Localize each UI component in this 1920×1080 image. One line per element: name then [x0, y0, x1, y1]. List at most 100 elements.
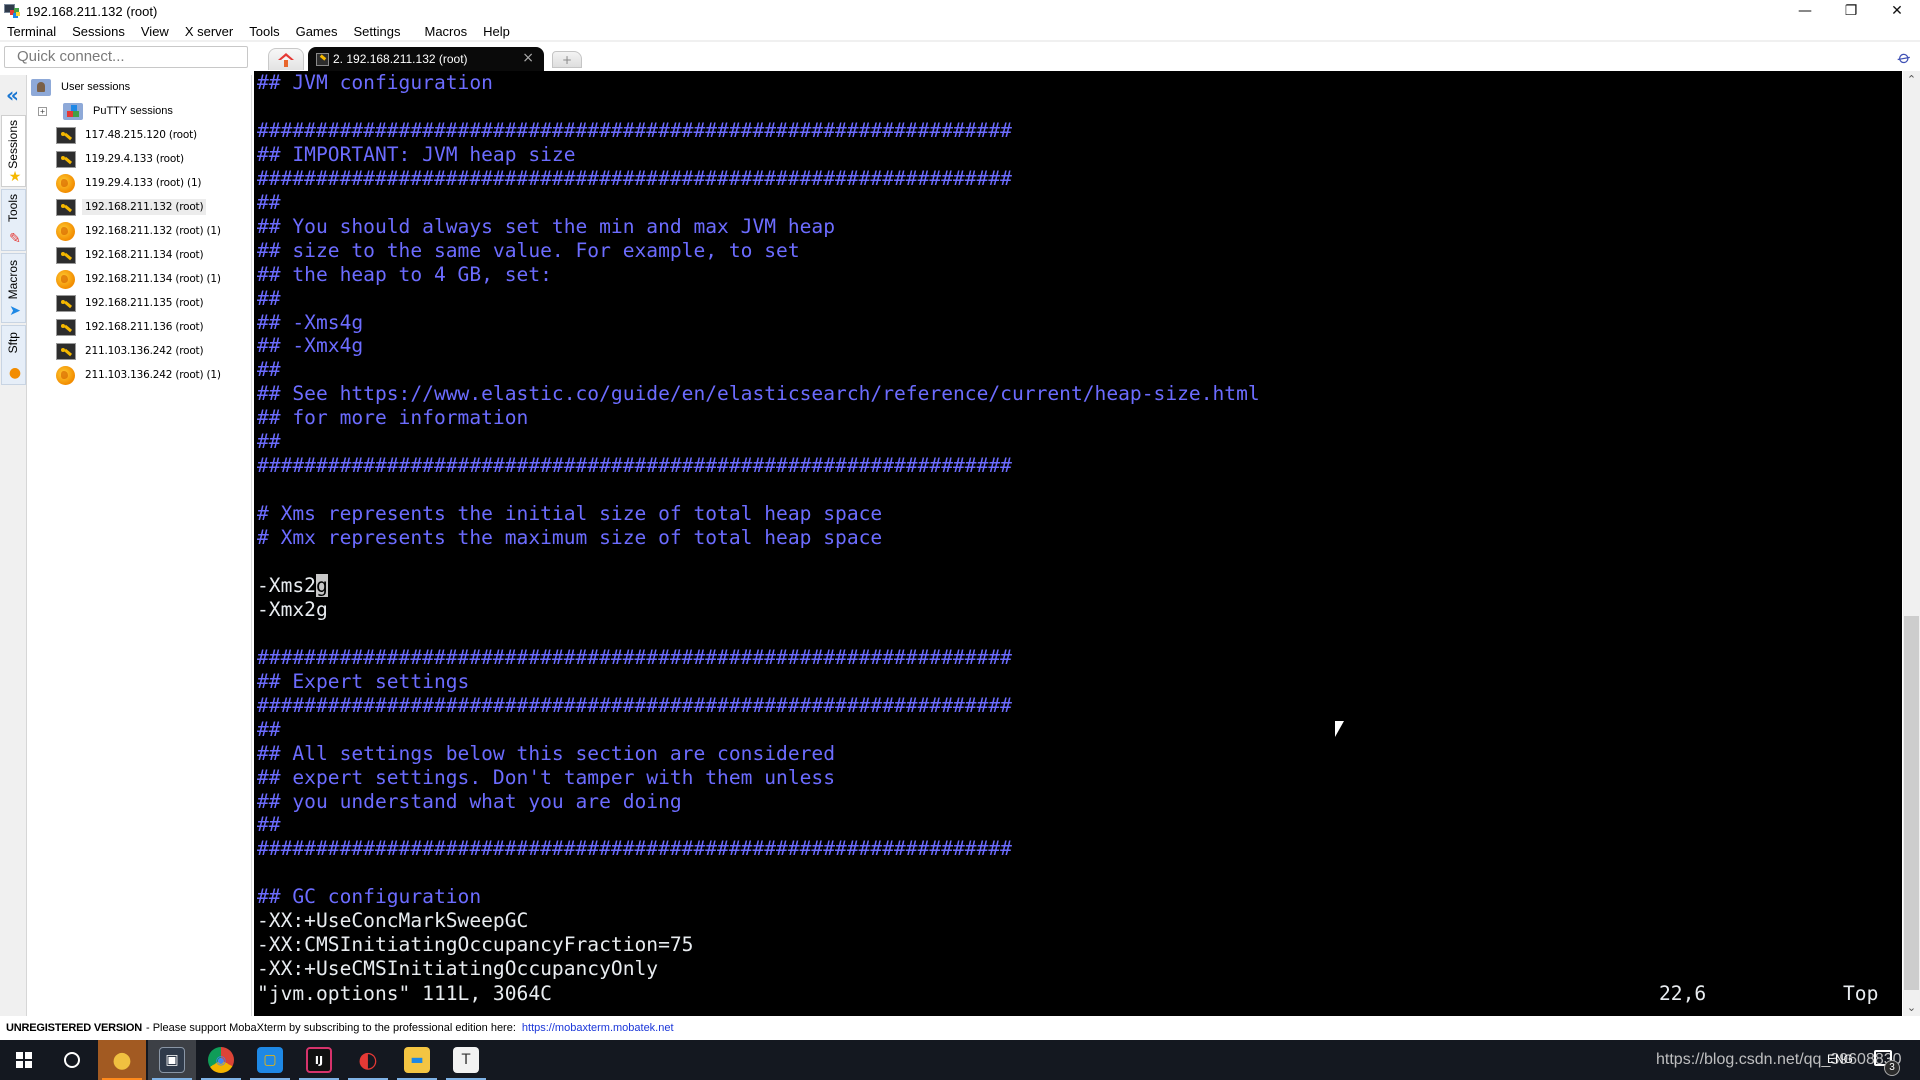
- terminal-line: ##: [257, 358, 281, 382]
- terminal-line: # Xmx represents the maximum size of tot…: [257, 526, 883, 550]
- windows-icon: [16, 1052, 32, 1068]
- taskbar-typora[interactable]: T: [442, 1040, 490, 1080]
- putty-folder-icon: [63, 102, 83, 120]
- menu-games[interactable]: Games: [288, 24, 346, 39]
- session-item[interactable]: 192.168.211.134 (root): [56, 245, 206, 265]
- session-item[interactable]: 211.103.136.242 (root): [56, 341, 206, 361]
- windows-taskbar: ● ▣ ◉ ▢ IJ ◐ ▬ T https://blog.csdn.net/q…: [0, 1040, 1920, 1080]
- session-label: 211.103.136.242 (root): [85, 345, 204, 357]
- scroll-up-icon[interactable]: ⌃: [1903, 71, 1920, 88]
- cortana-button[interactable]: [48, 1040, 96, 1080]
- menu-x-server[interactable]: X server: [177, 24, 241, 39]
- expand-icon[interactable]: +: [38, 106, 47, 116]
- sftp-globe-icon: [56, 173, 75, 193]
- session-item[interactable]: 192.168.211.132 (root) (1): [56, 221, 224, 241]
- session-item[interactable]: 119.29.4.133 (root) (1): [56, 173, 204, 193]
- taskbar-intellij[interactable]: IJ: [295, 1040, 343, 1080]
- chrome-icon: ◉: [208, 1047, 234, 1073]
- menu-view[interactable]: View: [133, 24, 177, 39]
- typora-icon: T: [453, 1047, 479, 1073]
- restore-button[interactable]: ❐: [1828, 0, 1874, 22]
- language-indicator[interactable]: ENG: [1827, 1052, 1853, 1066]
- knife-icon: ✎: [9, 231, 21, 247]
- status-bar: UNREGISTERED VERSION - Please support Mo…: [0, 1016, 1920, 1040]
- mobatek-link[interactable]: https://mobaxterm.mobatek.net: [522, 1022, 674, 1034]
- vim-scroll-position: Top: [1843, 982, 1879, 1005]
- strip-tab-sessions[interactable]: Sessions ★: [1, 115, 26, 187]
- collapse-sidebar-icon[interactable]: «: [6, 85, 19, 105]
- close-button[interactable]: ✕: [1874, 0, 1920, 22]
- session-label: 117.48.215.120 (root): [85, 129, 197, 141]
- scroll-down-icon[interactable]: ⌄: [1903, 999, 1920, 1016]
- navicat-icon: ●: [112, 1047, 132, 1073]
- taskbar-mobaxterm[interactable]: ▣: [148, 1040, 196, 1080]
- terminal-line: # Xms represents the initial size of tot…: [257, 502, 883, 526]
- strip-label-sftp: Sftp: [6, 332, 20, 354]
- xshell-icon: ◐: [358, 1047, 378, 1073]
- session-label: 119.29.4.133 (root) (1): [85, 177, 202, 189]
- terminal-scrollbar[interactable]: ⌃ ⌄: [1903, 71, 1920, 1016]
- paperclip-icon[interactable]: ⌀: [1890, 44, 1918, 72]
- window-title: 192.168.211.132 (root): [26, 3, 158, 19]
- tab-close-icon[interactable]: ×: [522, 50, 534, 66]
- tree-user-sessions[interactable]: User sessions: [31, 77, 133, 97]
- menu-sessions[interactable]: Sessions: [64, 24, 133, 39]
- terminal-line: ########################################…: [257, 837, 1012, 861]
- user-folder-icon: [31, 78, 51, 96]
- session-item[interactable]: 117.48.215.120 (root): [56, 125, 200, 145]
- session-label: 192.168.211.132 (root): [82, 199, 207, 215]
- strip-tab-sftp[interactable]: Sftp ●: [1, 325, 26, 385]
- ssh-key-icon: [56, 342, 76, 360]
- tab-session-active[interactable]: 2. 192.168.211.132 (root) ×: [308, 47, 544, 71]
- ssh-key-icon: [56, 198, 76, 216]
- session-tree: User sessions + PuTTY sessions 117.48.21…: [28, 75, 252, 1016]
- menu-macros[interactable]: Macros: [408, 24, 475, 39]
- terminal-line: ##: [257, 813, 281, 837]
- start-button[interactable]: [0, 1040, 48, 1080]
- ssh-key-icon: [56, 150, 76, 168]
- menu-settings[interactable]: Settings: [346, 24, 409, 39]
- sftp-globe-icon: [56, 269, 75, 289]
- session-item[interactable]: 192.168.211.136 (root): [56, 317, 206, 337]
- scroll-thumb[interactable]: [1904, 616, 1919, 990]
- line-text: -Xms2: [257, 573, 316, 597]
- terminal-line: ##: [257, 190, 281, 214]
- terminal-view[interactable]: ## JVM configuration ####################…: [254, 71, 1902, 1016]
- taskbar-xshell[interactable]: ◐: [344, 1040, 392, 1080]
- sftp-globe-icon: [56, 365, 75, 385]
- tree-putty-sessions[interactable]: + PuTTY sessions: [38, 101, 176, 121]
- terminal-line: -XX:CMSInitiatingOccupancyFraction=75: [257, 933, 694, 957]
- session-label: 192.168.211.135 (root): [85, 297, 204, 309]
- session-item[interactable]: 192.168.211.132 (root): [56, 197, 207, 217]
- menu-terminal[interactable]: Terminal: [0, 24, 64, 39]
- taskbar-navicat[interactable]: ●: [98, 1040, 146, 1080]
- minimize-button[interactable]: —: [1782, 0, 1828, 22]
- intellij-icon: IJ: [306, 1047, 332, 1073]
- menu-help[interactable]: Help: [475, 24, 518, 39]
- vim-cursor-position: 22,6: [1659, 982, 1707, 1005]
- ssh-key-icon: [56, 294, 76, 312]
- taskbar-vmware[interactable]: ▢: [246, 1040, 294, 1080]
- session-item[interactable]: 119.29.4.133 (root): [56, 149, 187, 169]
- mobaxterm-icon: ▣: [159, 1047, 185, 1073]
- terminal-line: ## All settings below this section are c…: [257, 741, 836, 765]
- strip-tab-tools[interactable]: Tools ✎: [1, 189, 26, 251]
- terminal-line: ##: [257, 430, 281, 454]
- taskbar-file-explorer[interactable]: ▬: [393, 1040, 441, 1080]
- terminal-line: ## size to the same value. For example, …: [257, 238, 800, 262]
- terminal-line: ## See https://www.elastic.co/guide/en/e…: [257, 382, 1260, 406]
- new-tab-button[interactable]: +: [552, 51, 582, 68]
- terminal-line: ## GC configuration: [257, 885, 482, 909]
- terminal-line: ## IMPORTANT: JVM heap size: [257, 142, 576, 166]
- session-item[interactable]: 192.168.211.134 (root) (1): [56, 269, 224, 289]
- quick-connect-input[interactable]: Quick connect...: [4, 46, 248, 68]
- home-tab[interactable]: [268, 48, 304, 70]
- strip-tab-macros[interactable]: Macros ➤: [1, 253, 26, 323]
- notification-count: 3: [1884, 1060, 1900, 1076]
- terminal-line: -Xmx2g: [257, 597, 328, 621]
- terminal-line: ########################################…: [257, 166, 1012, 190]
- session-item[interactable]: 211.103.136.242 (root) (1): [56, 365, 224, 385]
- taskbar-chrome[interactable]: ◉: [197, 1040, 245, 1080]
- menu-tools[interactable]: Tools: [241, 24, 287, 39]
- session-item[interactable]: 192.168.211.135 (root): [56, 293, 206, 313]
